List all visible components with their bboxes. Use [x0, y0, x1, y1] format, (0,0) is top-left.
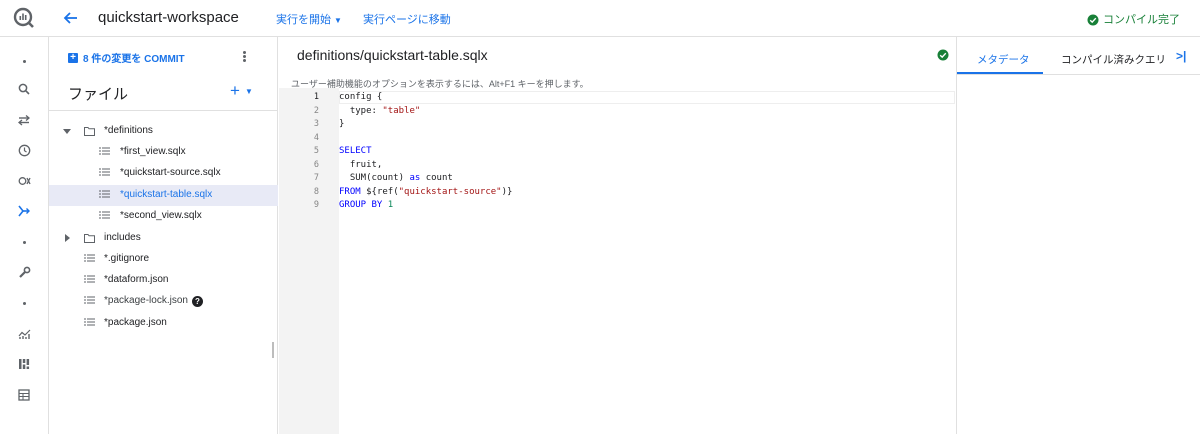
tree-file-quickstart-source[interactable]: *quickstart-source.sqlx [49, 163, 278, 184]
chevron-down-icon: ▼ [334, 16, 342, 25]
tree-item-label-wrap: *package-lock.json? [104, 295, 203, 307]
left-resize-handle[interactable] [272, 342, 274, 358]
add-file-button[interactable]: + [230, 81, 240, 101]
line-number: 8 [313, 187, 319, 197]
more-vert-icon[interactable] [239, 47, 249, 65]
tree-item-label: *second_view.sqlx [120, 210, 202, 221]
file-panel: +8 件の変更を COMMIT ファイル + ▼ *definitions *f… [49, 37, 278, 434]
file-lines-icon [84, 318, 95, 326]
file-lines-icon [84, 296, 95, 304]
analytics-hub-icon[interactable] [12, 169, 36, 193]
code-editor-panel: definitions/quickstart-table.sqlx ユーザー補助… [279, 37, 956, 434]
right-panel: メタデータ コンパイル済みクエリ >| [956, 37, 1200, 434]
code-line-6: fruit, [339, 160, 383, 170]
line-number: 6 [313, 160, 319, 170]
tree-item-label: *package-lock.json [104, 295, 188, 306]
tab-metadata[interactable]: メタデータ [977, 52, 1030, 67]
tree-file-quickstart-table[interactable]: *quickstart-table.sqlx [49, 185, 278, 206]
top-bar: quickstart-workspace 実行を開始 ▼ 実行ページに移動 コンパ… [0, 0, 1200, 37]
tree-item-label: *quickstart-source.sqlx [120, 167, 221, 178]
help-icon[interactable]: ? [191, 296, 203, 307]
left-nav [0, 37, 49, 434]
line-number: 2 [313, 106, 319, 116]
capacity-grid-icon[interactable] [12, 352, 36, 376]
tree-item-label: *package.json [104, 317, 167, 328]
compile-status: コンパイル完了 [1087, 11, 1180, 27]
search-icon[interactable] [12, 77, 36, 101]
check-circle-icon [937, 49, 949, 61]
line-number-gutter: 1 2 3 4 5 6 7 8 9 [279, 88, 339, 434]
files-header: ファイル + ▼ [49, 75, 278, 111]
editor-file-path: definitions/quickstart-table.sqlx [297, 47, 488, 63]
chevron-right-icon[interactable] [65, 234, 70, 242]
tree-item-label: *quickstart-table.sqlx [120, 189, 213, 200]
tab-compiled-query[interactable]: コンパイル済みクエリ [1061, 52, 1166, 67]
tab-divider [957, 74, 1200, 75]
history-clock-icon[interactable] [12, 138, 36, 162]
file-lines-icon [99, 147, 110, 155]
code-text-area[interactable]: config { type: "table" } SELECT fruit, S… [339, 88, 956, 434]
file-lines-icon [84, 275, 95, 283]
line-number: 9 [313, 200, 319, 210]
nav-dot-2[interactable] [12, 230, 36, 254]
bigquery-logo-icon[interactable] [12, 6, 36, 30]
tree-file-first-view[interactable]: *first_view.sqlx [49, 142, 278, 163]
tree-file-gitignore[interactable]: *.gitignore [49, 249, 278, 270]
tree-folder-includes[interactable]: includes [49, 228, 278, 249]
tree-item-label: *definitions [104, 125, 153, 136]
add-box-icon: + [68, 52, 78, 63]
transfer-icon[interactable] [12, 108, 36, 132]
tree-item-label: *first_view.sqlx [120, 146, 186, 157]
dataform-icon[interactable] [12, 199, 36, 223]
run-menu-button[interactable]: 実行を開始 ▼ [276, 11, 342, 27]
tree-item-label: *dataform.json [104, 274, 169, 285]
chevron-down-icon[interactable]: ▼ [245, 87, 253, 96]
go-to-runs-link[interactable]: 実行ページに移動 [363, 11, 451, 27]
commit-label: 8 件の変更を COMMIT [83, 54, 185, 65]
code-line-2: type: "table" [339, 106, 421, 116]
back-arrow-icon[interactable] [62, 9, 80, 27]
file-lines-icon [99, 211, 110, 219]
commit-button[interactable]: +8 件の変更を COMMIT [68, 50, 185, 65]
monitoring-chart-icon[interactable] [12, 322, 36, 346]
line-number: 7 [313, 173, 319, 183]
workspace-title: quickstart-workspace [98, 9, 239, 26]
expand-more-icon[interactable] [63, 129, 71, 134]
tree-item-label: *.gitignore [104, 253, 150, 264]
code-line-3: } [339, 119, 345, 129]
compile-status-label: コンパイル完了 [1103, 14, 1180, 26]
line-number: 5 [313, 146, 319, 156]
file-lines-icon [84, 254, 95, 262]
folder-icon [84, 234, 95, 243]
tree-item-label: includes [104, 232, 141, 243]
code-line-8: FROM ${ref("quickstart-source")} [339, 187, 513, 197]
collapse-panel-icon[interactable]: >| [1176, 49, 1186, 63]
run-menu-label: 実行を開始 [276, 14, 331, 26]
tree-file-package-json[interactable]: *package.json [49, 313, 278, 334]
check-circle-icon [1087, 14, 1099, 26]
code-line-9: GROUP BY 1 [339, 200, 394, 210]
files-title: ファイル [68, 86, 129, 103]
code-line-5: SELECT [339, 146, 372, 156]
tree-file-dataform-json[interactable]: *dataform.json [49, 270, 278, 291]
tree-file-second-view[interactable]: *second_view.sqlx [49, 206, 278, 227]
file-lines-icon [99, 168, 110, 176]
wrench-icon[interactable] [12, 260, 36, 284]
nav-dot-1[interactable] [12, 49, 36, 73]
file-lines-icon [99, 190, 110, 198]
table-icon[interactable] [12, 383, 36, 407]
line-number: 1 [313, 92, 319, 102]
code-line-1: config { [339, 92, 383, 102]
line-number: 4 [313, 133, 319, 143]
code-line-7: SUM(count) as count [339, 173, 453, 183]
tree-folder-definitions[interactable]: *definitions [49, 121, 278, 142]
line-number: 3 [313, 119, 319, 129]
nav-dot-3[interactable] [12, 291, 36, 315]
tree-file-package-lock[interactable]: *package-lock.json? [49, 291, 278, 312]
folder-icon [84, 127, 95, 136]
